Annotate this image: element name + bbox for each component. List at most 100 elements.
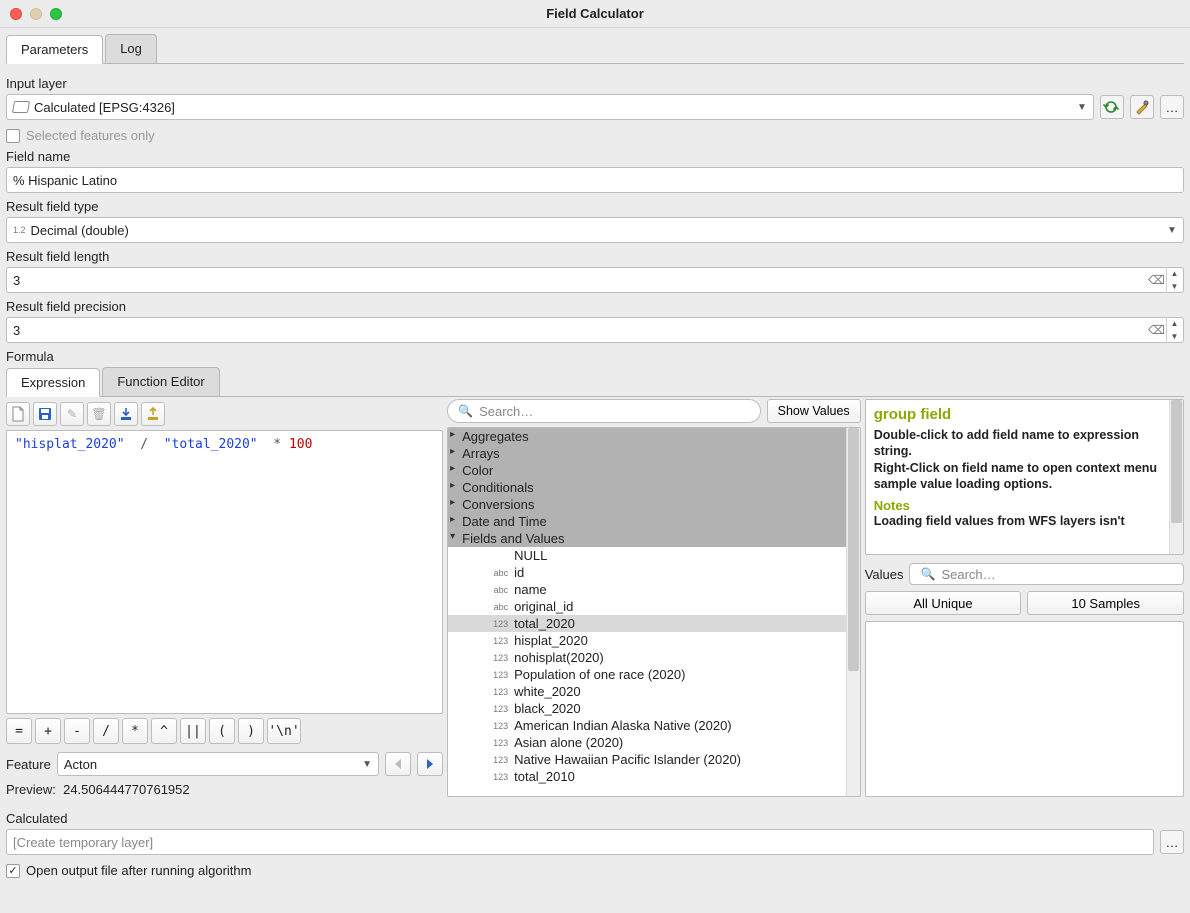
field-precision-up[interactable]: ▲ (1167, 317, 1182, 330)
delete-expression-button[interactable]: 🗑 (87, 402, 111, 426)
field-type-combo[interactable]: 1.2 Decimal (double) ▼ (6, 217, 1184, 243)
import-expression-button[interactable] (114, 402, 138, 426)
field-name-value: % Hispanic Latino (13, 173, 117, 188)
operator-toolbar: =+-/*^||()'\n' (6, 714, 443, 748)
feature-label: Feature (6, 757, 51, 772)
tree-field-item[interactable]: abcname (448, 581, 846, 598)
field-precision-down[interactable]: ▼ (1167, 330, 1182, 343)
help-notes-heading: Notes (874, 498, 1167, 513)
field-type-tag: 123 (488, 619, 508, 629)
field-type-tag: 123 (488, 687, 508, 697)
tree-field-item[interactable]: 123total_2010 (448, 768, 846, 785)
maximize-window-button[interactable] (50, 8, 62, 20)
field-length-up[interactable]: ▲ (1167, 267, 1182, 280)
formula-label: Formula (6, 343, 1184, 367)
ten-samples-button[interactable]: 10 Samples (1027, 591, 1184, 615)
save-expression-button[interactable] (33, 402, 57, 426)
operator-button[interactable]: ( (209, 718, 235, 744)
tree-group[interactable]: Conversions (448, 496, 846, 513)
all-unique-button[interactable]: All Unique (865, 591, 1022, 615)
clear-precision-icon[interactable]: ⌫ (1148, 323, 1162, 337)
tree-group[interactable]: Aggregates (448, 428, 846, 445)
decimal-type-icon: 1.2 (13, 225, 26, 235)
field-type-tag: 123 (488, 704, 508, 714)
close-window-button[interactable] (10, 8, 22, 20)
tree-field-item[interactable]: 123Native Hawaiian Pacific Islander (202… (448, 751, 846, 768)
operator-button[interactable]: - (64, 718, 90, 744)
field-name-text: id (514, 565, 524, 580)
output-label: Calculated (6, 805, 1184, 829)
field-type-tag: 123 (488, 772, 508, 782)
expression-editor[interactable]: "hisplat_2020" / "total_2020" * 100 (6, 430, 443, 714)
tree-field-item[interactable]: abcoriginal_id (448, 598, 846, 615)
tree-field-item[interactable]: 123 black_2020 (448, 700, 846, 717)
help-scrollbar[interactable] (1169, 400, 1183, 554)
help-body-2: Right-Click on field name to open contex… (874, 460, 1167, 493)
tab-log[interactable]: Log (105, 34, 157, 63)
operator-button[interactable]: + (35, 718, 61, 744)
operator-button[interactable]: ^ (151, 718, 177, 744)
tree-scrollbar[interactable] (846, 428, 860, 796)
tab-parameters[interactable]: Parameters (6, 35, 103, 64)
field-length-down[interactable]: ▼ (1167, 280, 1182, 293)
minimize-window-button[interactable] (30, 8, 42, 20)
field-name-text: nohisplat(2020) (514, 650, 604, 665)
values-search-input[interactable]: 🔍 Search… (909, 563, 1184, 585)
feature-combo[interactable]: Acton ▼ (57, 752, 379, 776)
clear-length-icon[interactable]: ⌫ (1148, 273, 1162, 287)
tree-group[interactable]: Conditionals (448, 479, 846, 496)
window-title: Field Calculator (546, 6, 644, 21)
tab-expression[interactable]: Expression (6, 368, 100, 397)
tree-field-item[interactable]: 123Population of one race (2020) (448, 666, 846, 683)
operator-button[interactable]: || (180, 718, 206, 744)
operator-button[interactable]: / (93, 718, 119, 744)
tree-field-item[interactable]: 123nohisplat(2020) (448, 649, 846, 666)
edit-expression-button[interactable]: ✎ (60, 402, 84, 426)
tree-field-item[interactable]: 123total_2020 (448, 615, 846, 632)
field-name-input[interactable]: % Hispanic Latino (6, 167, 1184, 193)
tree-field-item[interactable]: abcid (448, 564, 846, 581)
tree-field-item[interactable]: 123Asian alone (2020) (448, 734, 846, 751)
tree-group[interactable]: Color (448, 462, 846, 479)
tree-field-item[interactable]: 123hisplat_2020 (448, 632, 846, 649)
tree-group[interactable]: Date and Time (448, 513, 846, 530)
function-search-input[interactable]: 🔍 Search… (447, 399, 761, 423)
field-name-text: Native Hawaiian Pacific Islander (2020) (514, 752, 741, 767)
field-name-text: original_id (514, 599, 573, 614)
tree-field-item[interactable]: NULL (448, 547, 846, 564)
operator-button[interactable]: = (6, 718, 32, 744)
new-expression-button[interactable] (6, 402, 30, 426)
operator-button[interactable]: '\n' (267, 718, 301, 744)
input-layer-combo[interactable]: Calculated [EPSG:4326] ▼ (6, 94, 1094, 120)
field-length-input[interactable]: 3 (6, 267, 1184, 293)
tree-group[interactable]: Arrays (448, 445, 846, 462)
prev-feature-button[interactable] (385, 752, 411, 776)
open-output-label: Open output file after running algorithm (26, 863, 251, 878)
browse-layer-button[interactable]: … (1160, 95, 1184, 119)
field-type-tag: 123 (488, 670, 508, 680)
field-name-text: white_2020 (514, 684, 581, 699)
field-precision-input[interactable]: 3 (6, 317, 1184, 343)
tree-field-item[interactable]: 123 white_2020 (448, 683, 846, 700)
tree-group[interactable]: Fields and Values (448, 530, 846, 547)
iterate-button[interactable] (1100, 95, 1124, 119)
output-path-input[interactable]: [Create temporary layer] (6, 829, 1154, 855)
operator-button[interactable]: * (122, 718, 148, 744)
operator-button[interactable]: ) (238, 718, 264, 744)
browse-output-button[interactable]: … (1160, 830, 1184, 854)
advanced-options-button[interactable] (1130, 95, 1154, 119)
next-feature-button[interactable] (417, 752, 443, 776)
export-expression-button[interactable] (141, 402, 165, 426)
open-output-checkbox[interactable]: ✓ (6, 864, 20, 878)
preview-label: Preview: (6, 782, 56, 797)
function-search-placeholder: Search… (479, 404, 533, 419)
function-tree[interactable]: AggregatesArraysColorConditionalsConvers… (447, 427, 861, 797)
help-body-1: Double-click to add field name to expres… (874, 427, 1167, 460)
tree-field-item[interactable]: 123American Indian Alaska Native (2020) (448, 717, 846, 734)
field-type-value: Decimal (double) (31, 223, 129, 238)
values-list[interactable] (865, 621, 1184, 797)
field-type-tag: abc (488, 568, 508, 578)
field-name-text: black_2020 (514, 701, 581, 716)
tab-function-editor[interactable]: Function Editor (102, 367, 219, 396)
show-values-button[interactable]: Show Values (767, 399, 861, 423)
